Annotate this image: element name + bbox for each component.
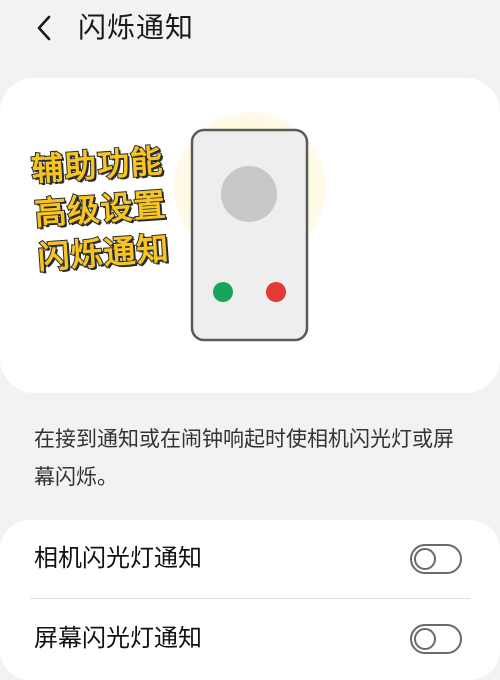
header-bar: 闪烁通知: [0, 0, 500, 60]
page-title: 闪烁通知: [78, 11, 195, 44]
settings-card: 相机闪光灯通知 屏幕闪光灯通知: [0, 520, 500, 680]
setting-label: 屏幕闪光灯通知: [34, 624, 202, 652]
back-button[interactable]: [26, 8, 62, 48]
screen-flash-toggle[interactable]: [410, 624, 462, 654]
divider: [30, 598, 470, 599]
setting-row-camera-flash[interactable]: 相机闪光灯通知: [0, 520, 500, 599]
phone-body: [190, 128, 309, 342]
overlay-line-3: 闪烁通知: [35, 229, 171, 278]
feature-description: 在接到通知或在闹钟响起时使相机闪光灯或屏幕闪烁。: [34, 427, 454, 489]
illustration-card: 辅助功能 高级设置 闪烁通知: [0, 78, 500, 393]
green-indicator-dot: [213, 282, 233, 302]
chevron-left-icon: [37, 15, 51, 41]
overlay-caption: 辅助功能 高级设置 闪烁通知: [29, 139, 171, 280]
camera-flash-toggle[interactable]: [410, 544, 462, 574]
toggle-knob: [414, 628, 436, 650]
red-indicator-dot: [266, 282, 286, 302]
camera-lens-icon: [221, 166, 277, 222]
toggle-knob: [414, 548, 436, 570]
setting-label: 相机闪光灯通知: [34, 544, 202, 572]
setting-row-screen-flash[interactable]: 屏幕闪光灯通知: [0, 600, 500, 678]
